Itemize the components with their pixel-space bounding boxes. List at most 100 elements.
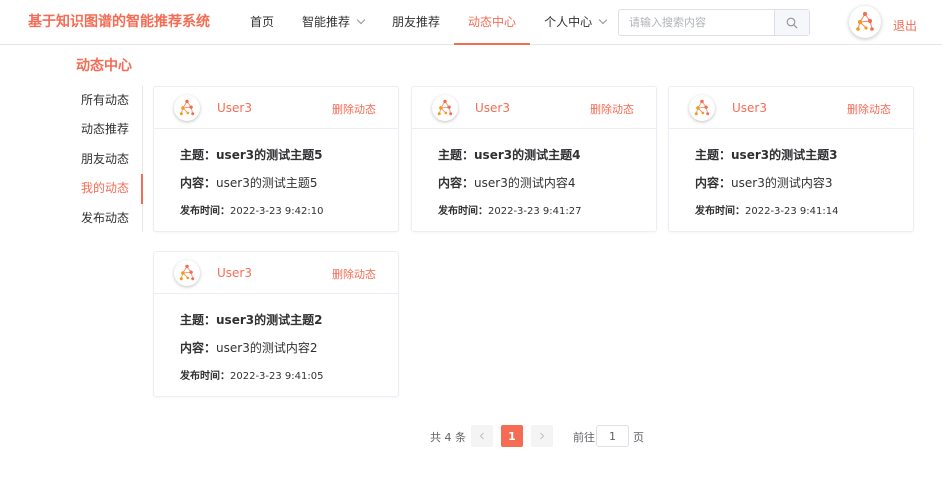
delete-post-button[interactable]: 删除动态 — [332, 266, 376, 282]
search-input[interactable] — [619, 10, 776, 35]
post-username[interactable]: User3 — [217, 266, 252, 280]
post-card-body: 主题：user3的测试主题3 内容：user3的测试内容3 发布时间：2022-… — [669, 129, 913, 217]
side-item-my-posts[interactable]: 我的动态 — [72, 174, 143, 204]
post-time: 2022-3-23 9:42:10 — [230, 206, 324, 217]
content-label: 内容： — [180, 341, 217, 355]
main-nav: 首页 智能推荐 朋友推荐 动态中心 个人中心 — [236, 0, 620, 45]
side-menu: 所有动态 动态推荐 朋友动态 我的动态 发布动态 — [72, 86, 143, 232]
content-label: 内容： — [438, 176, 475, 190]
post-time-row: 发布时间：2022-3-23 9:41:14 — [695, 202, 913, 217]
post-time: 2022-3-23 9:41:05 — [230, 371, 324, 382]
time-label: 发布时间： — [438, 206, 488, 217]
chevron-right-icon — [540, 432, 545, 440]
side-item-all-posts[interactable]: 所有动态 — [72, 86, 142, 115]
post-time: 2022-3-23 9:41:27 — [488, 206, 582, 217]
post-time-row: 发布时间：2022-3-23 9:42:10 — [180, 202, 398, 217]
post-username[interactable]: User3 — [475, 101, 510, 115]
logout-link[interactable]: 退出 — [893, 17, 917, 34]
post-time: 2022-3-23 9:41:14 — [745, 206, 839, 217]
chevron-down-icon — [356, 15, 366, 25]
post-avatar[interactable] — [174, 95, 200, 121]
search-box — [618, 9, 810, 36]
goto-page-input[interactable] — [596, 425, 629, 447]
search-icon — [786, 17, 798, 28]
post-content: user3的测试内容4 — [474, 176, 576, 190]
network-graph-icon — [179, 99, 195, 116]
post-avatar[interactable] — [174, 260, 200, 286]
post-card: User3 删除动态 主题：user3的测试主题5 内容：user3的测试主题5… — [153, 86, 399, 232]
content-label: 内容： — [180, 176, 217, 190]
post-content-row: 内容：user3的测试内容2 — [180, 339, 398, 356]
pagination: 共 4 条 1 前往 页 — [0, 425, 942, 447]
post-card-body: 主题：user3的测试主题5 内容：user3的测试主题5 发布时间：2022-… — [154, 129, 398, 217]
site-brand[interactable]: 基于知识图谱的智能推荐系统 — [28, 11, 210, 31]
post-card-body: 主题：user3的测试主题4 内容：user3的测试内容4 发布时间：2022-… — [412, 129, 656, 217]
post-topic-row: 主题：user3的测试主题4 — [438, 146, 656, 163]
post-content: user3的测试内容2 — [216, 341, 318, 355]
post-topic: user3的测试主题4 — [474, 148, 581, 162]
post-content-row: 内容：user3的测试内容3 — [695, 174, 913, 191]
nav-personal-center[interactable]: 个人中心 — [530, 0, 620, 45]
post-topic: user3的测试主题3 — [731, 148, 838, 162]
side-item-friend-posts[interactable]: 朋友动态 — [72, 145, 142, 174]
nav-smart-recommend[interactable]: 智能推荐 — [288, 0, 378, 45]
post-card: User3 删除动态 主题：user3的测试主题3 内容：user3的测试内容3… — [668, 86, 914, 232]
prev-page-button[interactable] — [471, 425, 493, 447]
nav-friend-recommend[interactable]: 朋友推荐 — [378, 0, 454, 45]
topic-label: 主题： — [180, 313, 217, 327]
topic-label: 主题： — [438, 148, 475, 162]
topic-label: 主题： — [180, 148, 217, 162]
page-number-button[interactable]: 1 — [501, 425, 523, 447]
side-item-publish-post[interactable]: 发布动态 — [72, 204, 142, 233]
post-content: user3的测试内容3 — [731, 176, 833, 190]
post-username[interactable]: User3 — [732, 101, 767, 115]
post-topic-row: 主题：user3的测试主题2 — [180, 311, 398, 328]
nav-home[interactable]: 首页 — [236, 0, 288, 45]
post-topic-row: 主题：user3的测试主题3 — [695, 146, 913, 163]
post-topic: user3的测试主题5 — [216, 148, 323, 162]
delete-post-button[interactable]: 删除动态 — [332, 101, 376, 117]
time-label: 发布时间： — [180, 206, 230, 217]
nav-activity-center-label: 动态中心 — [468, 15, 517, 29]
post-time-row: 发布时间：2022-3-23 9:41:27 — [438, 202, 656, 217]
post-card: User3 删除动态 主题：user3的测试主题2 内容：user3的测试内容2… — [153, 251, 399, 397]
delete-post-button[interactable]: 删除动态 — [590, 101, 634, 117]
nav-friend-recommend-label: 朋友推荐 — [392, 15, 441, 29]
next-page-button[interactable] — [531, 425, 553, 447]
delete-post-button[interactable]: 删除动态 — [847, 101, 891, 117]
post-avatar[interactable] — [432, 95, 458, 121]
side-item-recommended-posts[interactable]: 动态推荐 — [72, 115, 142, 144]
post-card: User3 删除动态 主题：user3的测试主题4 内容：user3的测试内容4… — [411, 86, 657, 232]
goto-suffix: 页 — [633, 431, 644, 444]
pagination-total: 共 4 条 — [430, 431, 466, 444]
post-card-header: User3 删除动态 — [669, 87, 913, 129]
page-title: 动态中心 — [76, 58, 132, 74]
chevron-left-icon — [479, 432, 484, 440]
content-label: 内容： — [695, 176, 732, 190]
post-topic-row: 主题：user3的测试主题5 — [180, 146, 398, 163]
post-card-header: User3 删除动态 — [154, 87, 398, 129]
nav-home-label: 首页 — [250, 15, 275, 29]
network-graph-icon — [437, 99, 453, 116]
post-topic: user3的测试主题2 — [216, 313, 323, 327]
top-header: 基于知识图谱的智能推荐系统 首页 智能推荐 朋友推荐 动态中心 个人中心 退出 — [0, 0, 942, 45]
post-username[interactable]: User3 — [217, 101, 252, 115]
time-label: 发布时间： — [695, 206, 745, 217]
post-card-body: 主题：user3的测试主题2 内容：user3的测试内容2 发布时间：2022-… — [154, 294, 398, 382]
network-graph-icon — [694, 99, 710, 116]
network-graph-icon — [856, 11, 874, 31]
topic-label: 主题： — [695, 148, 732, 162]
network-graph-icon — [179, 264, 195, 281]
user-avatar[interactable] — [849, 6, 881, 38]
nav-activity-center[interactable]: 动态中心 — [454, 0, 531, 45]
time-label: 发布时间： — [180, 371, 230, 382]
post-card-header: User3 删除动态 — [154, 252, 398, 294]
post-content-row: 内容：user3的测试内容4 — [438, 174, 656, 191]
post-avatar[interactable] — [689, 95, 715, 121]
nav-smart-recommend-label: 智能推荐 — [302, 15, 351, 29]
search-button[interactable] — [774, 10, 809, 35]
post-content: user3的测试主题5 — [216, 176, 318, 190]
goto-label: 前往 — [573, 431, 595, 444]
post-card-header: User3 删除动态 — [412, 87, 656, 129]
nav-personal-center-label: 个人中心 — [544, 15, 593, 29]
